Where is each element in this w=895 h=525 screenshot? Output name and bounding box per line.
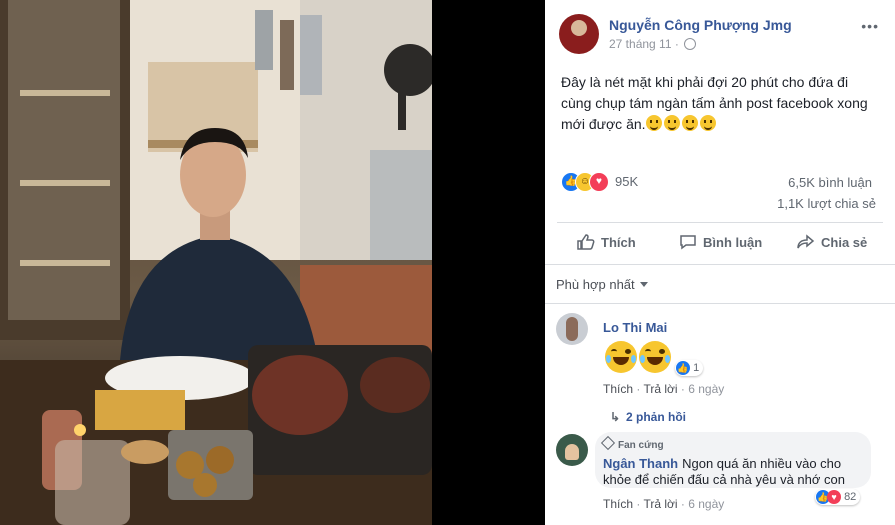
divider	[557, 222, 883, 223]
author-avatar[interactable]	[559, 14, 599, 54]
laughing-tears-emoji-icon	[605, 341, 637, 373]
smiley-emoji-icon	[681, 115, 698, 131]
badge-label: Fan cứng	[618, 440, 664, 451]
post-header: Nguyễn Công Phượng Jmg 27 tháng 11 · •••	[559, 14, 879, 54]
commenter-name[interactable]: Lo Thi Mai	[603, 320, 667, 335]
like-label: Thích	[601, 235, 636, 250]
post-date[interactable]: 27 tháng 11 ·	[609, 37, 679, 51]
comment-label: Bình luận	[703, 235, 763, 250]
like-reaction-icon: 👍	[676, 361, 690, 375]
photo-illustration	[0, 0, 432, 525]
comment-text: Ngân Thanh Ngon quá ăn nhiều vào cho khỏe…	[603, 456, 865, 488]
like-button[interactable]: Thích	[577, 228, 636, 258]
love-reaction-icon: ♥	[589, 172, 609, 192]
view-replies-link[interactable]: ↳ 2 phản hồi	[610, 410, 686, 424]
love-reaction-icon: ♥	[827, 490, 841, 504]
comment-reaction-count: 1	[693, 362, 700, 374]
comment-time[interactable]: 6 ngày	[688, 497, 724, 511]
sort-label: Phù hợp nhất	[556, 277, 635, 292]
emoji-group	[645, 115, 718, 132]
globe-icon[interactable]	[684, 38, 697, 50]
laughing-tears-emoji-icon	[639, 341, 671, 373]
diamond-icon	[600, 435, 616, 451]
share-arrow-icon	[797, 234, 815, 249]
top-fan-badge[interactable]: Fan cứng	[600, 435, 664, 451]
thumbs-up-icon	[577, 234, 595, 250]
comment-button[interactable]: Bình luận	[679, 228, 762, 258]
commenter-name[interactable]: Ngân Thanh	[603, 456, 678, 471]
post-photo[interactable]	[0, 0, 432, 525]
replies-label: 2 phản hồi	[626, 410, 686, 424]
reaction-count[interactable]: 95K	[615, 174, 638, 189]
share-label: Chia sẻ	[821, 235, 868, 250]
comment-actions: Thích · Trả lời · 6 ngày	[603, 382, 725, 396]
post-actions: Thích Bình luận Chia sẻ	[557, 228, 883, 258]
reply-arrow-icon: ↳	[610, 410, 621, 424]
comment-reply-link[interactable]: Trả lời	[643, 382, 677, 396]
comment-like-link[interactable]: Thích	[603, 382, 633, 396]
post-text: Đây là nét mặt khi phải đợi 20 phút cho …	[561, 72, 879, 135]
comment-bubble-icon	[680, 235, 696, 250]
divider	[545, 303, 895, 304]
divider	[545, 264, 895, 265]
smiley-emoji-icon	[699, 115, 716, 131]
smiley-emoji-icon	[663, 115, 680, 131]
share-count[interactable]: 1,1K lượt chia sẻ	[777, 196, 876, 211]
share-button[interactable]: Chia sẻ	[797, 228, 867, 258]
commenter-avatar[interactable]	[556, 313, 588, 345]
comment-bubble: Fan cứng Ngân Thanh Ngon quá ăn nhiều vào…	[595, 432, 871, 488]
comment-actions: Thích · Trả lời · 6 ngày	[603, 497, 725, 511]
comment-reply-link[interactable]: Trả lời	[643, 497, 677, 511]
comment-reactions[interactable]: 👍 ♥ 82	[815, 489, 861, 505]
comment-reactions[interactable]: 👍 1	[675, 360, 704, 376]
comment-like-link[interactable]: Thích	[603, 497, 633, 511]
caret-down-icon	[639, 282, 648, 287]
comment-reaction-count: 82	[844, 491, 857, 503]
comment-count[interactable]: 6,5K bình luận	[788, 175, 872, 190]
commenter-avatar[interactable]	[556, 434, 588, 466]
author-name[interactable]: Nguyễn Công Phượng Jmg	[609, 17, 792, 33]
reactions-summary[interactable]: 👍 ☺ ♥ 95K 6,5K bình luận	[561, 172, 891, 192]
comment-sort-dropdown[interactable]: Phù hợp nhất	[556, 277, 648, 292]
more-options-button[interactable]: •••	[861, 18, 879, 34]
comment-time[interactable]: 6 ngày	[688, 382, 724, 396]
smiley-emoji-icon	[645, 115, 662, 131]
post-meta: 27 tháng 11 ·	[609, 37, 697, 51]
photo-viewer	[0, 0, 545, 525]
post-sidebar: Nguyễn Công Phượng Jmg 27 tháng 11 · •••…	[545, 0, 895, 525]
